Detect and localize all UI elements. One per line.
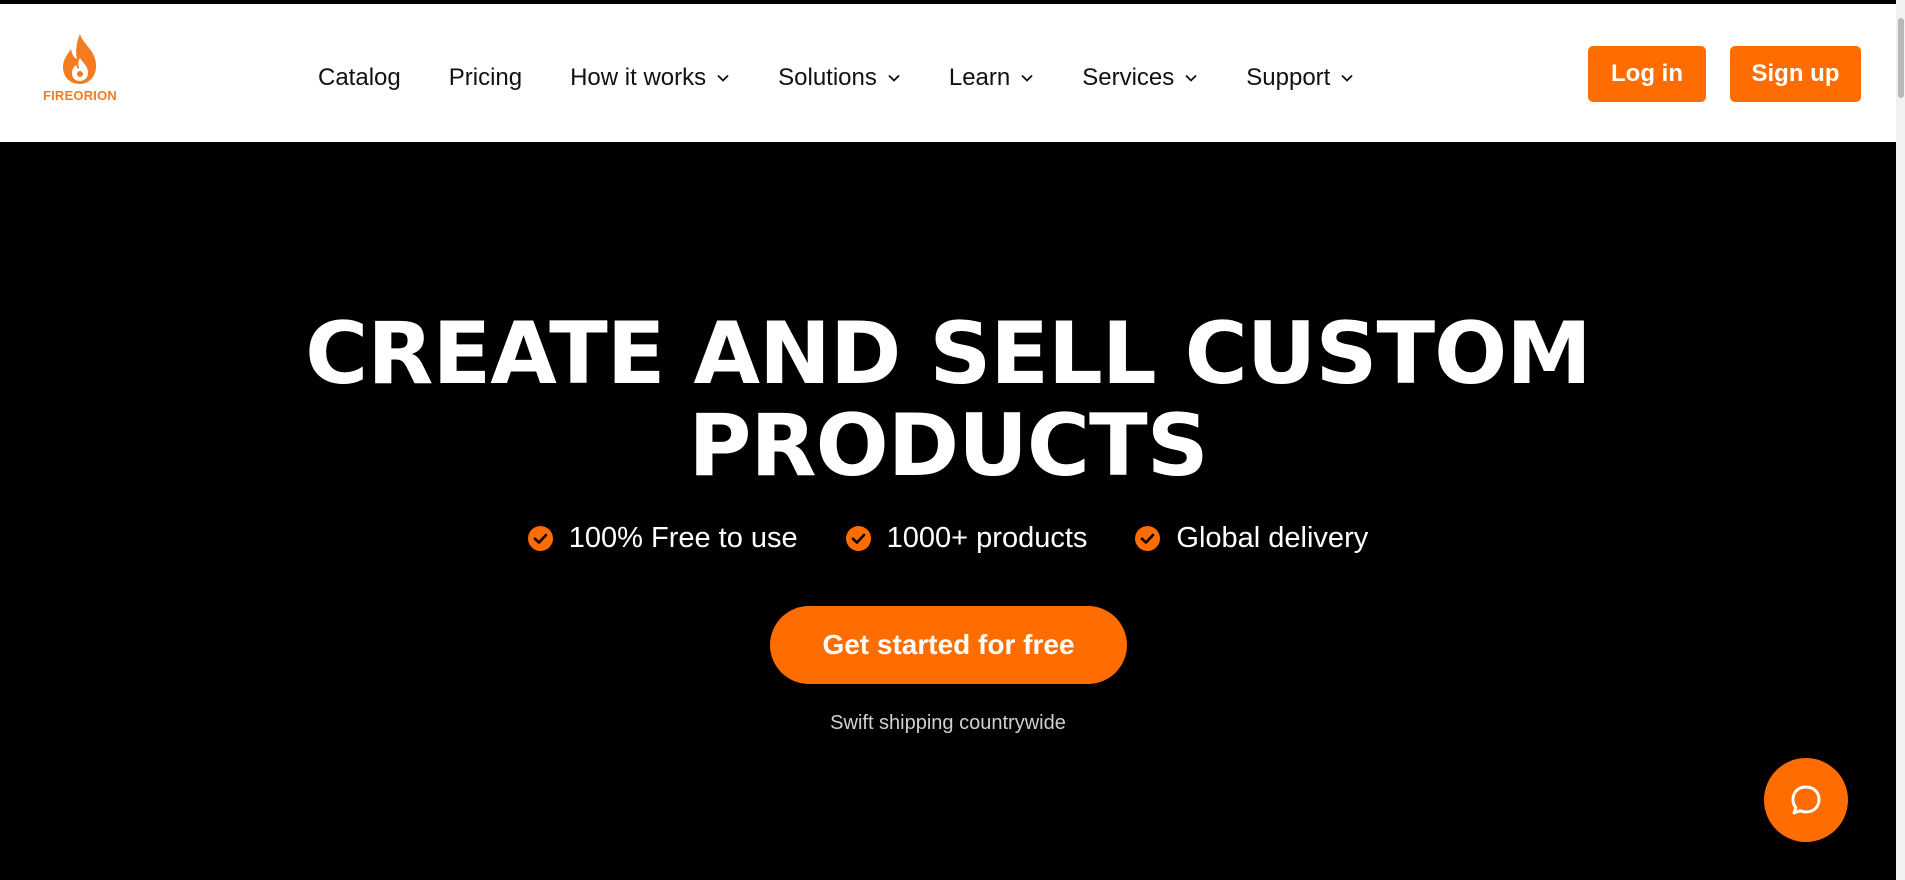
signup-button[interactable]: Sign up bbox=[1730, 46, 1861, 102]
nav-item-services[interactable]: Services bbox=[1082, 64, 1198, 92]
check-circle-icon bbox=[845, 525, 871, 551]
chevron-down-icon bbox=[1185, 74, 1197, 82]
site-header: FIREORION Catalog Pricing How it works S… bbox=[0, 4, 1896, 142]
nav-item-label: Pricing bbox=[448, 64, 523, 91]
chat-bubble-icon bbox=[1791, 785, 1821, 815]
feature-item: Global delivery bbox=[1135, 522, 1368, 555]
nav-item-label: Learn bbox=[948, 64, 1011, 91]
flame-icon bbox=[63, 34, 97, 84]
nav-item-label: Solutions bbox=[778, 64, 877, 91]
nav-item-label: Services bbox=[1082, 64, 1175, 91]
hero-title-line1: CREATE AND SELL CUSTOM bbox=[305, 304, 1592, 404]
scrollbar-track[interactable] bbox=[1896, 0, 1905, 880]
check-circle-icon bbox=[527, 525, 553, 551]
page-viewport: FIREORION Catalog Pricing How it works S… bbox=[0, 0, 1896, 880]
feature-item: 100% Free to use bbox=[527, 521, 798, 555]
login-button[interactable]: Log in bbox=[1588, 46, 1706, 102]
scrollbar-thumb[interactable] bbox=[1898, 18, 1904, 98]
main-nav: Catalog Pricing How it works Solutions L… bbox=[318, 56, 1402, 100]
feature-list: 100% Free to use 1000+ products Global d… bbox=[0, 518, 1896, 558]
chevron-down-icon bbox=[717, 74, 729, 82]
nav-item-label: Catalog bbox=[318, 64, 401, 91]
nav-item-label: How it works bbox=[570, 64, 707, 91]
brand-name: FIREORION bbox=[42, 88, 118, 103]
chevron-down-icon bbox=[1341, 74, 1353, 82]
feature-label: Global delivery bbox=[1176, 521, 1369, 554]
check-circle-icon bbox=[1135, 525, 1161, 551]
nav-item-label: Support bbox=[1246, 64, 1331, 91]
chevron-down-icon bbox=[888, 74, 900, 82]
feature-item: 1000+ products bbox=[845, 521, 1088, 555]
brand-logo[interactable]: FIREORION bbox=[40, 32, 120, 112]
chat-button[interactable] bbox=[1764, 758, 1848, 842]
nav-item-support[interactable]: Support bbox=[1246, 64, 1354, 92]
get-started-button[interactable]: Get started for free bbox=[770, 606, 1127, 684]
hero-title-line2: PRODUCTS bbox=[688, 396, 1208, 496]
nav-item-solutions[interactable]: Solutions bbox=[778, 64, 901, 92]
nav-item-learn[interactable]: Learn bbox=[949, 64, 1034, 92]
shipping-note: Swift shipping countrywide bbox=[830, 712, 1066, 734]
nav-item-how-it-works[interactable]: How it works bbox=[570, 64, 730, 92]
chevron-down-icon bbox=[1021, 74, 1033, 82]
nav-item-catalog[interactable]: Catalog bbox=[318, 64, 401, 92]
feature-label: 100% Free to use bbox=[568, 521, 798, 554]
hero-title: CREATE AND SELL CUSTOM PRODUCTS bbox=[0, 308, 1896, 492]
feature-label: 1000+ products bbox=[886, 521, 1088, 554]
nav-item-pricing[interactable]: Pricing bbox=[449, 64, 522, 92]
